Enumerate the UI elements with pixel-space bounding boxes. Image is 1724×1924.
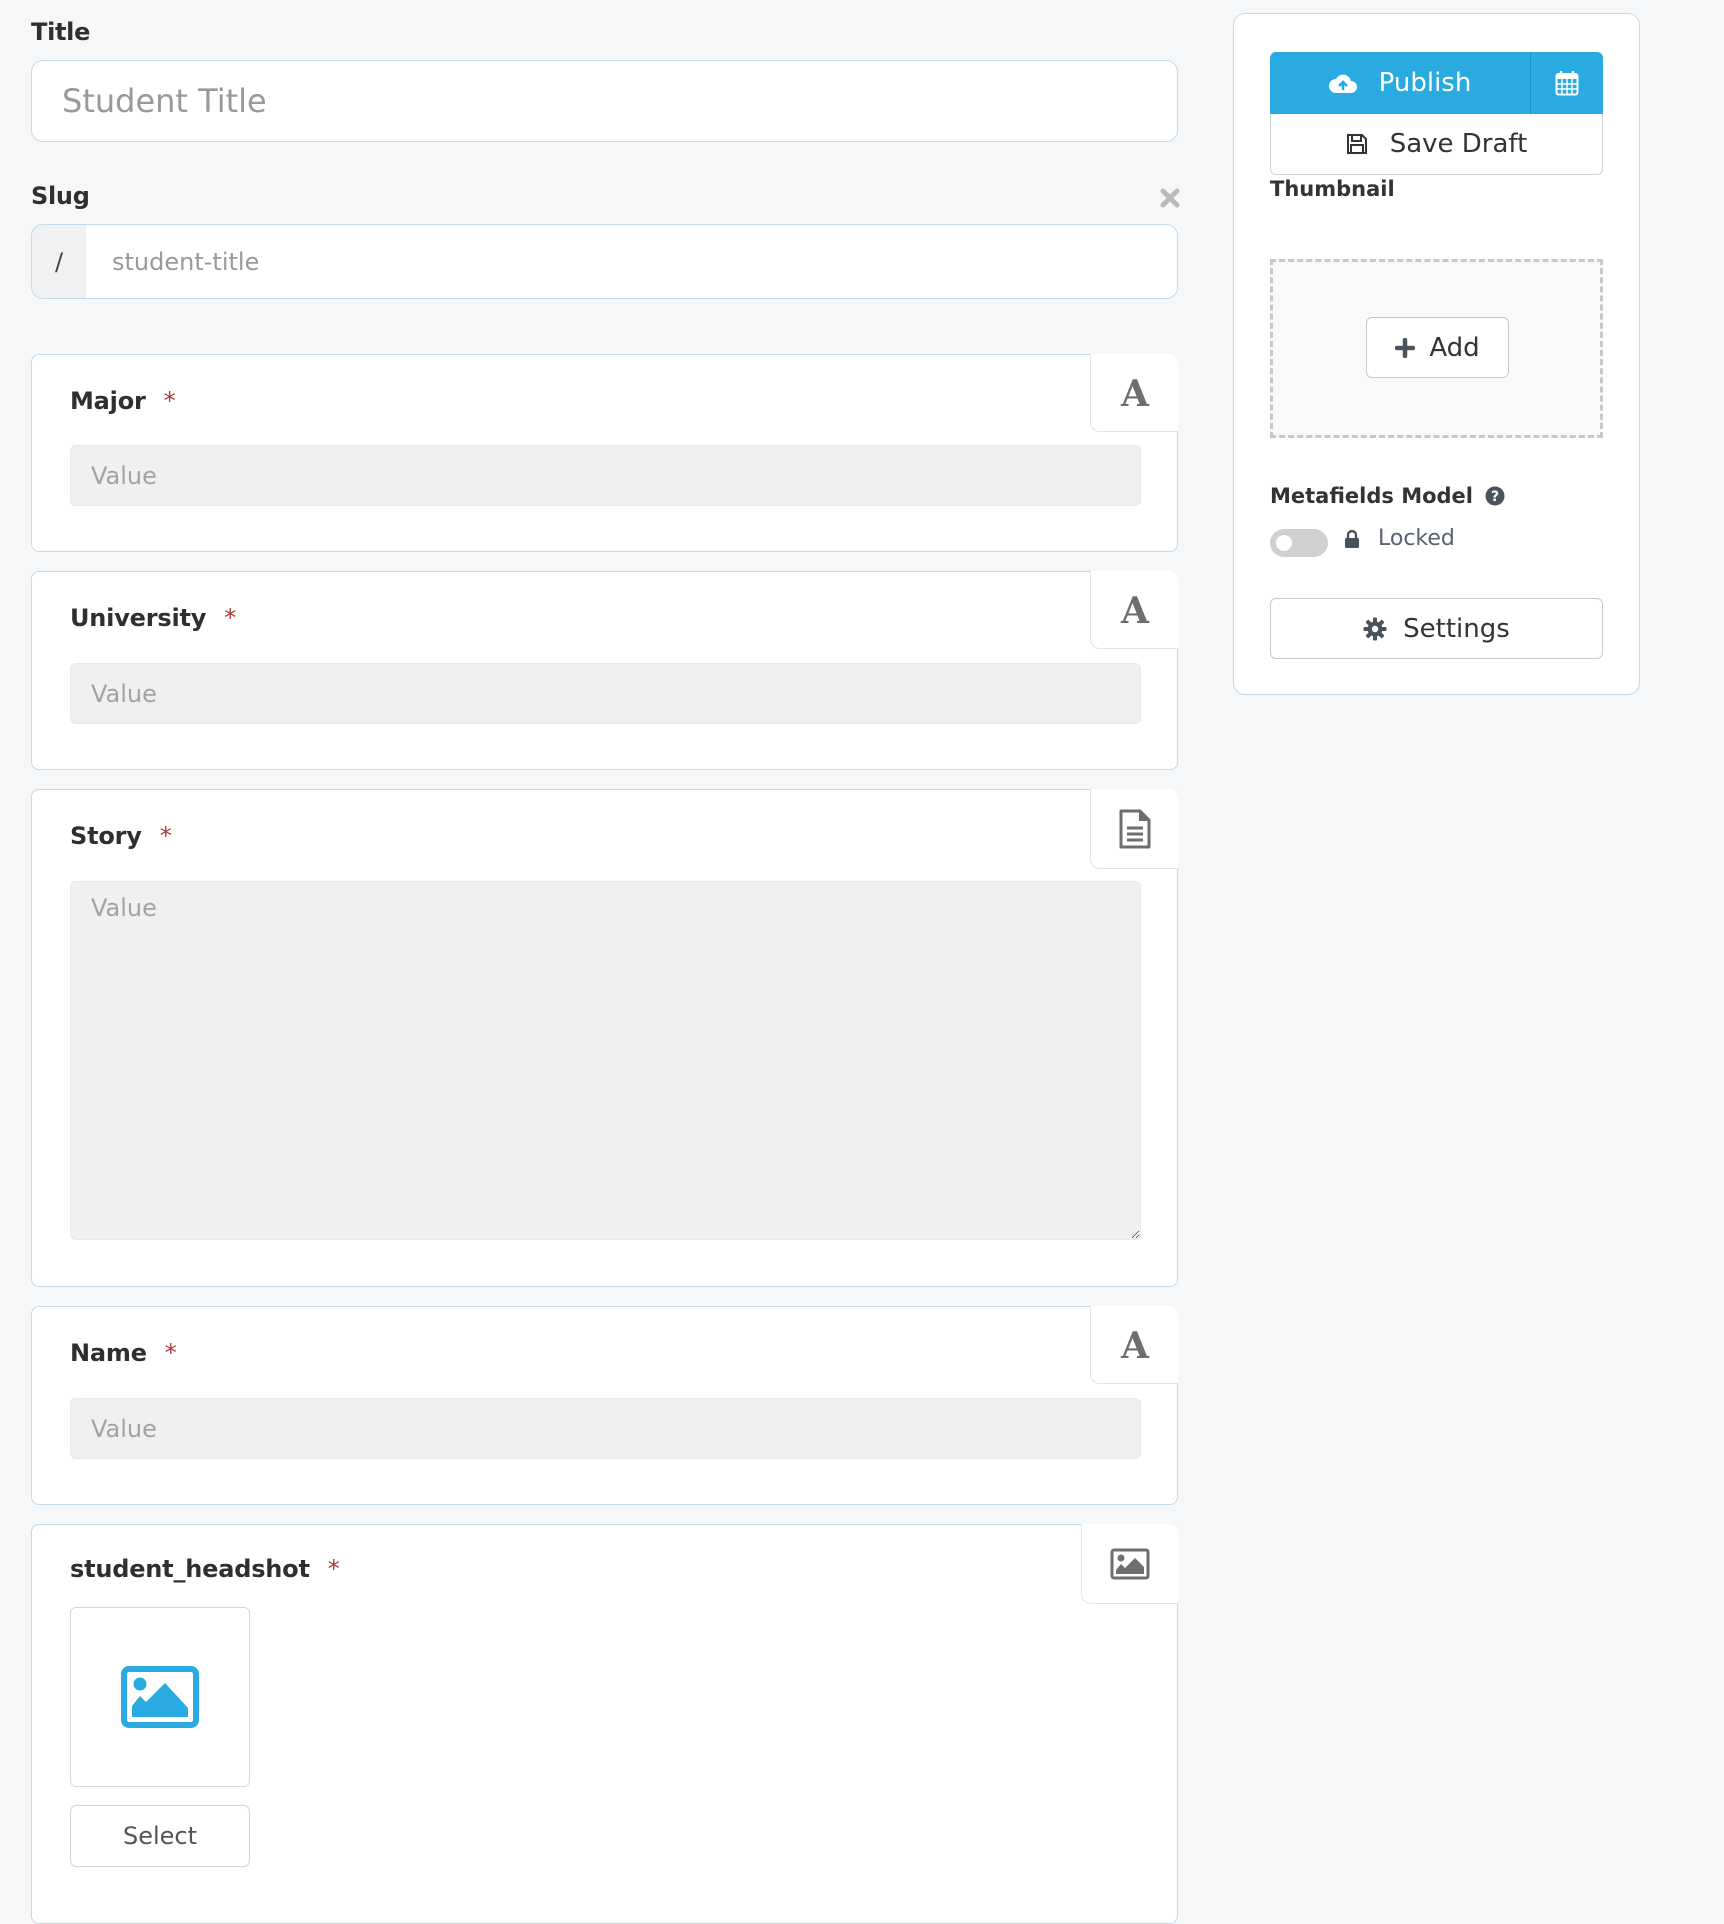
add-label: Add [1429, 332, 1480, 363]
metafield-label: Story * [70, 822, 172, 850]
settings-label: Settings [1403, 613, 1510, 644]
metafields-model-toggle[interactable] [1270, 529, 1328, 557]
university-input[interactable] [70, 663, 1141, 724]
thumbnail-label: Thumbnail [1270, 177, 1395, 201]
image-icon [1110, 1548, 1150, 1579]
save-draft-button[interactable]: Save Draft [1270, 114, 1603, 175]
svg-text:?: ? [1491, 489, 1499, 505]
calendar-icon [1555, 71, 1579, 96]
metafield-card-story: Story * [31, 789, 1178, 1287]
field-type-badge: A [1090, 354, 1178, 432]
close-icon [1160, 188, 1180, 208]
required-marker: * [163, 387, 176, 415]
slug-input[interactable] [86, 225, 1177, 298]
metafield-card-student-headshot: student_headshot * Select [31, 1524, 1178, 1924]
metafields-model-label: Metafields Model [1270, 484, 1473, 508]
add-thumbnail-button[interactable]: Add [1366, 317, 1509, 378]
publish-sidebar: Publish Save Draft Thumbnail Add Metafie… [1233, 13, 1640, 695]
image-placeholder-icon [121, 1666, 199, 1728]
publish-label: Publish [1378, 68, 1472, 98]
field-type-badge: A [1090, 1306, 1178, 1384]
name-input[interactable] [70, 1398, 1141, 1459]
field-type-badge [1081, 1524, 1178, 1604]
save-draft-label: Save Draft [1389, 129, 1528, 159]
text-type-icon: A [1120, 1328, 1150, 1362]
headshot-preview[interactable] [70, 1607, 250, 1787]
metafield-label: University * [70, 604, 237, 632]
publish-button-group: Publish Save Draft [1270, 52, 1603, 175]
settings-button[interactable]: Settings [1270, 598, 1603, 659]
slug-clear-button[interactable] [1158, 186, 1182, 210]
slug-prefix: / [32, 225, 86, 298]
plus-icon [1395, 337, 1416, 358]
title-label: Title [31, 18, 91, 46]
document-icon [1119, 809, 1150, 848]
headshot-select-button[interactable]: Select [70, 1805, 250, 1867]
story-textarea[interactable] [70, 881, 1141, 1240]
required-marker: * [327, 1555, 340, 1583]
metafield-card-university: University * A [31, 571, 1178, 770]
title-input[interactable] [31, 60, 1178, 142]
metafield-card-name: Name * A [31, 1306, 1178, 1505]
required-marker: * [224, 604, 237, 632]
major-input[interactable] [70, 445, 1141, 506]
svg-text:A: A [1120, 376, 1150, 410]
toggle-knob [1276, 535, 1292, 551]
locked-label: Locked [1378, 526, 1455, 551]
field-type-badge: A [1090, 571, 1178, 649]
floppy-disk-icon [1346, 134, 1367, 154]
slug-label: Slug [31, 182, 90, 210]
publish-button[interactable]: Publish [1270, 52, 1531, 114]
schedule-button[interactable] [1531, 52, 1603, 114]
locked-status: Locked [1344, 526, 1455, 551]
metafields-model-header: Metafields Model ? [1270, 484, 1505, 508]
slug-field: / [31, 224, 1178, 299]
text-type-icon: A [1120, 376, 1150, 410]
svg-text:A: A [1120, 1328, 1150, 1362]
metafield-card-major: Major * A [31, 354, 1178, 552]
required-marker: * [159, 822, 172, 850]
gear-icon [1363, 617, 1387, 640]
metafield-label: Name * [70, 1339, 177, 1367]
text-type-icon: A [1120, 593, 1150, 627]
required-marker: * [164, 1339, 177, 1367]
lock-icon [1345, 529, 1359, 548]
question-circle-icon[interactable]: ? [1485, 486, 1505, 506]
svg-text:A: A [1120, 593, 1150, 627]
cloud-upload-icon [1328, 74, 1357, 93]
metafield-label: Major * [70, 387, 176, 415]
metafield-label: student_headshot * [70, 1555, 340, 1583]
thumbnail-dropzone[interactable]: Add [1270, 259, 1603, 438]
field-type-badge [1090, 789, 1178, 869]
